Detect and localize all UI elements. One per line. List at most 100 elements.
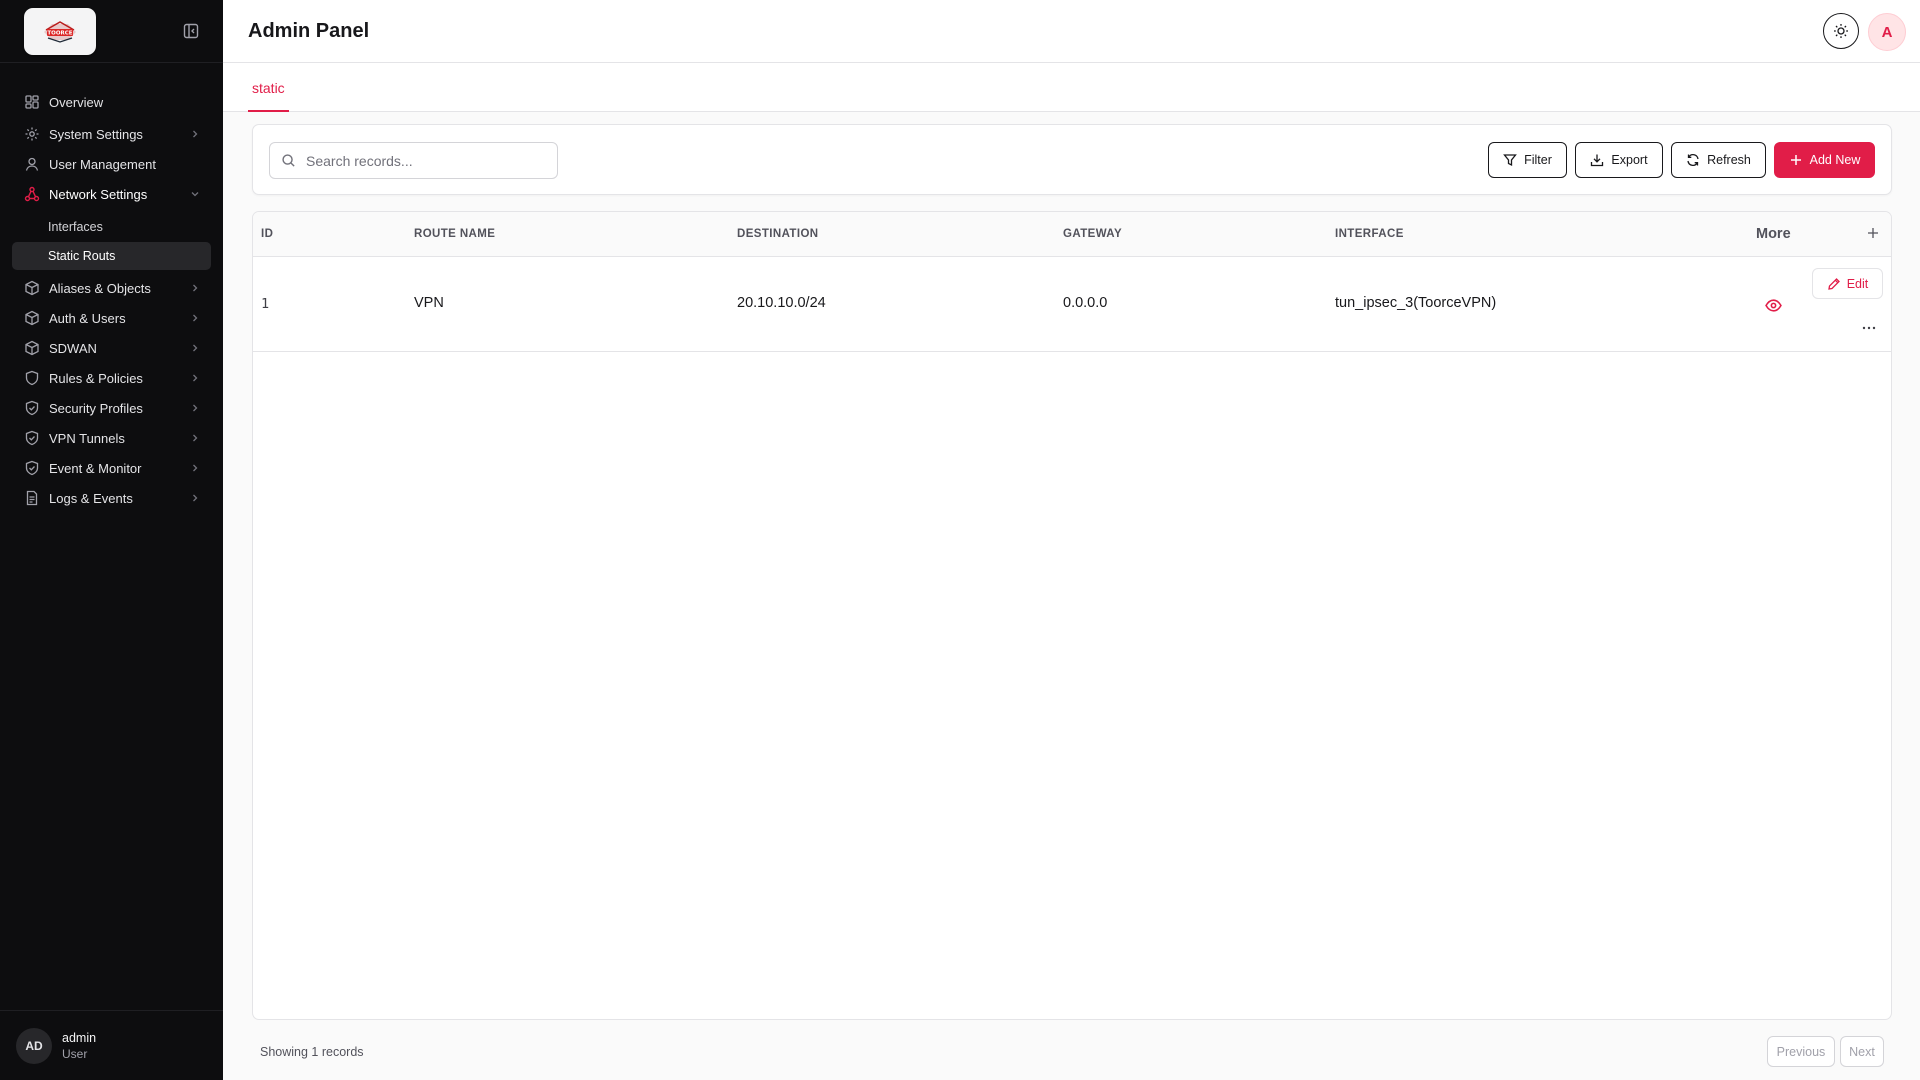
cube-icon: [25, 310, 39, 326]
sidebar-item-system-settings[interactable]: System Settings: [12, 119, 211, 149]
brand-logo[interactable]: TOORCE: [24, 8, 96, 55]
chevron-right-icon: [193, 494, 198, 502]
sidebar-subitem-static-routes[interactable]: Static Routs: [12, 242, 211, 270]
chevron-right-icon: [193, 130, 198, 138]
dashboard-icon: [25, 95, 39, 109]
chevron-right-icon: [193, 434, 198, 442]
table-row[interactable]: 1 VPN 20.10.10.0/24 0.0.0.0 tun_ipsec_3(…: [253, 257, 1891, 352]
export-button-label: Export: [1611, 153, 1648, 167]
add-new-button[interactable]: Add New: [1774, 142, 1875, 178]
theme-toggle-button[interactable]: [1823, 13, 1859, 49]
cell-destination: 20.10.10.0/24: [737, 295, 826, 311]
refresh-button[interactable]: Refresh: [1671, 142, 1766, 178]
top-header: Admin Panel A: [223, 0, 1920, 63]
table-header: ID ROUTE NAME DESTINATION GATEWAY INTERF…: [253, 212, 1891, 257]
column-header-gateway[interactable]: GATEWAY: [1063, 228, 1122, 240]
edit-button-label: Edit: [1846, 276, 1869, 291]
sidebar-nav: Overview System Settings User Management…: [12, 87, 211, 513]
shield-check-icon: [25, 430, 39, 446]
shield-check-icon: [25, 460, 39, 476]
user-avatar-button[interactable]: A: [1868, 13, 1906, 51]
cell-id: 1: [261, 296, 270, 312]
pencil-icon: [1827, 277, 1840, 290]
chevron-right-icon: [193, 464, 198, 472]
tab-static[interactable]: static: [248, 63, 289, 112]
sidebar-header: TOORCE: [0, 0, 223, 63]
chevron-right-icon: [193, 344, 198, 352]
plus-icon: [1790, 155, 1801, 165]
export-button[interactable]: Export: [1575, 142, 1663, 178]
column-header-route-name[interactable]: ROUTE NAME: [414, 228, 495, 240]
page-title: Admin Panel: [248, 20, 370, 42]
tab-bar: static: [223, 63, 1920, 112]
sidebar-item-label: Network Settings: [49, 186, 148, 202]
sidebar-item-label: Rules & Policies: [49, 370, 143, 386]
download-icon: [1591, 154, 1604, 167]
records-toolbar: Filter Export Refresh Add New: [252, 124, 1892, 195]
search-icon: [282, 154, 295, 167]
sidebar-item-sdwan[interactable]: SDWAN: [12, 333, 211, 363]
svg-text:TOORCE: TOORCE: [47, 30, 72, 36]
sidebar-item-label: Aliases & Objects: [49, 280, 151, 296]
network-icon: [24, 186, 40, 202]
sidebar-item-overview[interactable]: Overview: [12, 87, 211, 117]
filter-button[interactable]: Filter: [1488, 142, 1567, 178]
static-routes-table: ID ROUTE NAME DESTINATION GATEWAY INTERF…: [252, 211, 1892, 1020]
search-input[interactable]: [306, 152, 557, 169]
gear-icon: [25, 127, 39, 141]
sidebar-subitem-interfaces[interactable]: Interfaces: [12, 213, 211, 241]
search-box[interactable]: [269, 142, 558, 179]
sidebar-user-profile[interactable]: AD admin User: [0, 1010, 223, 1080]
add-new-button-label: Add New: [1809, 153, 1861, 167]
chevron-right-icon: [193, 404, 198, 412]
sidebar-collapse-icon[interactable]: [182, 22, 200, 40]
sidebar-item-security-profiles[interactable]: Security Profiles: [12, 393, 211, 423]
sidebar-item-label: Overview: [49, 94, 104, 110]
refresh-button-label: Refresh: [1707, 153, 1751, 167]
next-page-button[interactable]: Next: [1840, 1036, 1884, 1067]
chevron-right-icon: [193, 284, 198, 292]
sidebar-user-info: admin User: [62, 1031, 96, 1061]
shield-check-icon: [25, 400, 39, 416]
eye-icon[interactable]: [1765, 297, 1782, 314]
filter-button-label: Filter: [1524, 153, 1552, 167]
sidebar-item-logs-events[interactable]: Logs & Events: [12, 483, 211, 513]
sidebar-item-aliases-objects[interactable]: Aliases & Objects: [12, 273, 211, 303]
avatar: AD: [16, 1027, 52, 1064]
add-column-icon[interactable]: [1865, 225, 1881, 241]
document-icon: [26, 490, 38, 506]
sidebar-item-label: System Settings: [49, 126, 143, 142]
sidebar-item-rules-policies[interactable]: Rules & Policies: [12, 363, 211, 393]
sidebar-item-user-management[interactable]: User Management: [12, 149, 211, 179]
column-header-interface[interactable]: INTERFACE: [1335, 228, 1404, 240]
sidebar-item-label: SDWAN: [49, 340, 97, 356]
column-header-id[interactable]: ID: [261, 228, 273, 240]
cube-icon: [25, 280, 39, 296]
sun-icon: [1834, 24, 1848, 38]
sidebar-item-auth-users[interactable]: Auth & Users: [12, 303, 211, 333]
column-header-more: More: [1756, 226, 1791, 242]
previous-page-button[interactable]: Previous: [1767, 1036, 1835, 1067]
edit-button[interactable]: Edit: [1812, 268, 1883, 299]
chevron-down-icon: [191, 192, 199, 197]
cell-gateway: 0.0.0.0: [1063, 295, 1108, 311]
sidebar-item-event-monitor[interactable]: Event & Monitor: [12, 453, 211, 483]
more-horizontal-icon[interactable]: [1861, 320, 1877, 336]
sidebar-item-network-settings[interactable]: Network Settings: [12, 179, 211, 209]
shield-icon: [25, 370, 39, 386]
sidebar-item-label: Event & Monitor: [49, 460, 142, 476]
sidebar-item-label: VPN Tunnels: [49, 430, 125, 446]
cell-interface: tun_ipsec_3(ToorceVPN): [1335, 295, 1497, 311]
cell-route-name: VPN: [414, 295, 444, 311]
user-icon: [25, 157, 39, 171]
sidebar-item-label: Logs & Events: [49, 490, 133, 506]
column-header-destination[interactable]: DESTINATION: [737, 228, 819, 240]
sidebar-item-label: Security Profiles: [49, 400, 143, 416]
records-count: Showing 1 records: [260, 1045, 364, 1059]
refresh-icon: [1687, 154, 1699, 166]
sidebar-item-label: User Management: [49, 156, 156, 172]
brand-logo-mark: TOORCE: [44, 20, 76, 43]
filter-icon: [1503, 154, 1517, 167]
sidebar-item-label: Auth & Users: [49, 310, 126, 326]
sidebar-item-vpn-tunnels[interactable]: VPN Tunnels: [12, 423, 211, 453]
